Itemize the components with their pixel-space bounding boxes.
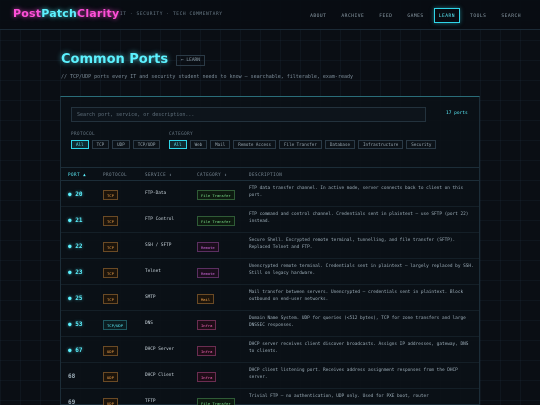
protocol-badge: TCP [103, 268, 118, 278]
site-logo[interactable]: PostPatchClarity [13, 7, 119, 20]
nav-feed[interactable]: FEED [374, 8, 397, 23]
back-to-learn-link[interactable]: ← LEARN [176, 55, 205, 66]
category-badge: Infra [197, 320, 217, 330]
nav-tools[interactable]: TOOLS [465, 8, 491, 23]
port-description: Mail transfer between servers. Unencrypt… [249, 290, 464, 302]
category-badge: Mail [197, 294, 215, 304]
site-tagline: IT · SECURITY · TECH COMMENTARY [120, 12, 223, 17]
port-number: ● 67 [68, 347, 83, 354]
protocol-badge: TCP [103, 216, 118, 226]
protocol-badge: UDP [103, 346, 118, 356]
column-header-port[interactable]: PORT ▲ [68, 172, 86, 177]
category-chip-file-transfer[interactable]: File Transfer [279, 140, 322, 149]
nav-games[interactable]: GAMES [402, 8, 428, 23]
service-name: DNS [145, 321, 153, 326]
ports-panel: Search port, service, or description... … [60, 96, 480, 405]
logo-part-clarity: Clarity [77, 7, 120, 20]
main-nav: ABOUT ARCHIVE FEED GAMES LEARN TOOLS SEA… [305, 8, 526, 23]
column-header-category[interactable]: CATEGORY ↕ [197, 172, 227, 177]
port-description: Trivial FTP — no authentication, UDP onl… [249, 394, 429, 399]
protocol-badge: TCP/UDP [103, 320, 128, 330]
category-badge: Infra [197, 372, 217, 382]
category-badge: Remote [197, 242, 219, 252]
table-row[interactable]: ● 53 TCP/UDP DNS Infra Domain Name System. U… [61, 311, 479, 337]
protocol-badge: TCP [103, 190, 118, 200]
category-badge: File Transfer [197, 398, 235, 405]
protocol-badge: TCP [103, 242, 118, 252]
port-description: Unencrypted remote terminal. Credentials… [249, 264, 474, 276]
table-row[interactable]: ● 20 TCP FTP-Data File Transfer FTP data tra… [61, 181, 479, 207]
table-row[interactable]: 69 UDP TFTP File Transfer Trivial FTP — no a… [61, 389, 479, 405]
result-count: 17 ports [446, 111, 468, 116]
nav-search[interactable]: SEARCH [496, 8, 526, 23]
category-chip-database[interactable]: Database [324, 140, 355, 149]
table-row[interactable]: ● 25 TCP SMTP Mail Mail transfer between ser… [61, 285, 479, 311]
port-number: ● 23 [68, 269, 83, 276]
protocol-chip-udp[interactable]: UDP [112, 140, 130, 149]
category-badge: Infra [197, 346, 217, 356]
category-chip-remote-access[interactable]: Remote Access [233, 140, 277, 149]
table-row[interactable]: 68 UDP DHCP Client Infra DHCP client listeni… [61, 363, 479, 389]
protocol-badge: UDP [103, 372, 118, 382]
category-filter-label: CATEGORY [169, 131, 194, 136]
column-header-service[interactable]: SERVICE ↕ [145, 172, 172, 177]
port-description: DHCP server receives client discover bro… [249, 342, 469, 354]
port-number: ● 25 [68, 295, 83, 302]
nav-about[interactable]: ABOUT [305, 8, 331, 23]
protocol-filter: All TCP UDP TCP/UDP [71, 140, 161, 149]
category-badge: File Transfer [197, 190, 235, 200]
port-number: ● 21 [68, 217, 83, 224]
table-row[interactable]: ● 67 UDP DHCP Server Infra DHCP server recei… [61, 337, 479, 363]
page-title: Common Ports [61, 52, 169, 67]
port-description: FTP command and control channel. Credent… [249, 212, 469, 224]
service-name: DHCP Client [145, 373, 175, 378]
protocol-chip-tcp-udp[interactable]: TCP/UDP [132, 140, 161, 149]
column-header-description: DESCRIPTION [249, 172, 283, 177]
top-bar: PostPatchClarity IT · SECURITY · TECH CO… [0, 0, 540, 30]
port-number: 69 [68, 399, 76, 405]
category-badge: File Transfer [197, 216, 235, 226]
port-number: 68 [68, 373, 76, 380]
port-description: FTP data transfer channel. In active mod… [249, 186, 464, 198]
page-subtitle: // TCP/UDP ports every IT and security s… [61, 74, 353, 80]
logo-part-patch: Patch [41, 7, 78, 20]
port-number: ● 22 [68, 243, 83, 250]
nav-learn[interactable]: LEARN [433, 8, 461, 23]
protocol-chip-all[interactable]: All [71, 140, 89, 149]
table-row[interactable]: ● 22 TCP SSH / SFTP Remote Secure Shell. Enc… [61, 233, 479, 259]
logo-part-post: Post [13, 7, 42, 20]
category-filter: All Web Mail Remote Access File Transfer… [169, 140, 437, 149]
port-description: Domain Name System. UDP for queries (<51… [249, 316, 466, 328]
service-name: TFTP [145, 399, 156, 404]
table-row[interactable]: ● 21 TCP FTP Control File Transfer FTP comma… [61, 207, 479, 233]
table-header: PORT ▲ PROTOCOL SERVICE ↕ CATEGORY ↕ DES… [61, 167, 479, 181]
category-chip-all[interactable]: All [169, 140, 187, 149]
port-number: ● 20 [68, 191, 83, 198]
service-name: FTP-Data [145, 191, 167, 196]
category-chip-security[interactable]: Security [406, 140, 437, 149]
service-name: SSH / SFTP [145, 243, 172, 248]
service-name: Telnet [145, 269, 161, 274]
port-description: DHCP client listening port. Receives add… [249, 368, 458, 380]
category-badge: Remote [197, 268, 219, 278]
service-name: DHCP Server [145, 347, 175, 352]
category-chip-mail[interactable]: Mail [210, 140, 231, 149]
protocol-chip-tcp[interactable]: TCP [91, 140, 110, 149]
protocol-badge: TCP [103, 294, 118, 304]
category-chip-infrastructure[interactable]: Infrastructure [357, 140, 404, 149]
table-row[interactable]: ● 23 TCP Telnet Remote Unencrypted remote te… [61, 259, 479, 285]
protocol-badge: UDP [103, 398, 118, 405]
category-chip-web[interactable]: Web [189, 140, 208, 149]
search-input[interactable]: Search port, service, or description... [71, 107, 426, 122]
service-name: SMTP [145, 295, 156, 300]
nav-archive[interactable]: ARCHIVE [336, 8, 369, 23]
column-header-protocol: PROTOCOL [103, 172, 128, 177]
protocol-filter-label: PROTOCOL [71, 131, 96, 136]
service-name: FTP Control [145, 217, 175, 222]
port-description: Secure Shell. Encrypted remote terminal,… [249, 238, 456, 250]
port-number: ● 53 [68, 321, 83, 328]
